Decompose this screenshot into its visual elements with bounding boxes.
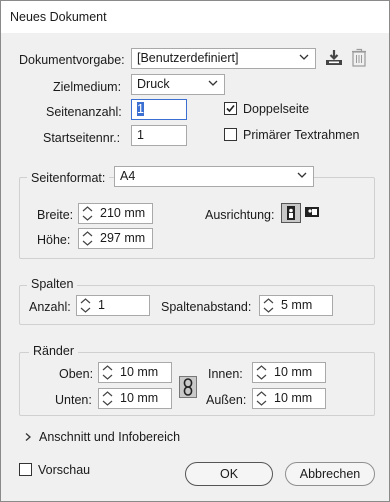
margin-outside-value: 10 mm: [274, 391, 313, 405]
spinner-arrows-icon[interactable]: [260, 296, 277, 315]
bleed-slug-toggle[interactable]: Anschnitt und Infobereich: [23, 429, 203, 447]
margin-bottom-value: 10 mm: [120, 391, 159, 405]
trash-icon[interactable]: [351, 48, 367, 67]
start-page-label: Startseitennr.:: [43, 131, 121, 145]
ok-button[interactable]: OK: [185, 462, 273, 486]
primary-text-frame-label: Primärer Textrahmen: [243, 128, 360, 142]
gutter-spinner[interactable]: 5 mm: [259, 295, 333, 316]
new-document-dialog: Neues Dokument Dokumentvorgabe: [Benutze…: [0, 0, 390, 502]
preview-label: Vorschau: [38, 463, 91, 477]
margin-inside-spinner[interactable]: 10 mm: [252, 362, 326, 383]
save-preset-icon[interactable]: [325, 49, 343, 67]
preview-checkbox[interactable]: [19, 463, 32, 476]
chevron-down-icon: [299, 54, 309, 60]
facing-pages-checkbox[interactable]: [224, 102, 237, 115]
pages-value: 1: [137, 102, 144, 116]
margin-outside-spinner[interactable]: 10 mm: [252, 388, 326, 409]
spinner-arrows-icon[interactable]: [79, 204, 96, 223]
preset-value: [Benutzerdefiniert]: [137, 51, 239, 65]
landscape-orientation-button[interactable]: [303, 203, 323, 223]
height-label: Höhe:: [37, 233, 71, 247]
page-size-label: Seitenformat:: [27, 171, 110, 185]
portrait-icon: [287, 206, 295, 220]
margin-bottom-spinner[interactable]: 10 mm: [98, 388, 172, 409]
gutter-label: Spaltenabstand:: [161, 300, 252, 314]
margin-top-value: 10 mm: [120, 365, 159, 379]
title-bar: Neues Dokument: [1, 1, 389, 33]
spinner-arrows-icon[interactable]: [253, 389, 270, 408]
columns-count-spinner[interactable]: 1: [76, 295, 150, 316]
chevron-down-icon: [208, 80, 218, 86]
margin-inside-value: 10 mm: [274, 365, 313, 379]
link-margins-button[interactable]: [179, 376, 197, 398]
intent-label: Zielmedium:: [53, 80, 122, 94]
spinner-arrows-icon[interactable]: [99, 363, 116, 382]
facing-pages-label: Doppelseite: [243, 102, 310, 116]
spinner-arrows-icon[interactable]: [99, 389, 116, 408]
portrait-orientation-button[interactable]: [281, 203, 301, 223]
chevron-down-icon: [297, 172, 307, 178]
pages-input[interactable]: 1: [131, 99, 187, 120]
width-label: Breite:: [37, 208, 74, 222]
primary-text-frame-checkbox[interactable]: [224, 128, 237, 141]
intent-dropdown[interactable]: Druck: [131, 74, 225, 95]
height-value: 297 mm: [100, 231, 146, 245]
start-page-input[interactable]: 1: [131, 125, 187, 146]
margin-bottom-label: Unten:: [55, 393, 92, 407]
chain-link-icon: [183, 378, 193, 396]
spinner-arrows-icon[interactable]: [77, 296, 94, 315]
bleed-slug-label: Anschnitt und Infobereich: [39, 430, 181, 444]
columns-count-value: 1: [98, 298, 105, 312]
intent-value: Druck: [137, 77, 170, 91]
page-size-dropdown[interactable]: A4: [114, 166, 314, 187]
pages-label: Seitenanzahl:: [46, 105, 122, 119]
window-title: Neues Dokument: [10, 10, 107, 24]
margin-inside-label: Innen:: [208, 367, 243, 381]
margin-top-spinner[interactable]: 10 mm: [98, 362, 172, 383]
spinner-arrows-icon[interactable]: [253, 363, 270, 382]
preset-label: Dokumentvorgabe:: [19, 53, 125, 67]
start-page-value: 1: [137, 128, 144, 142]
checkmark-icon: [226, 104, 235, 113]
columns-title: Spalten: [27, 277, 78, 291]
margin-top-label: Oben:: [59, 367, 94, 381]
width-value: 210 mm: [100, 206, 146, 220]
spinner-arrows-icon[interactable]: [79, 229, 96, 248]
width-spinner[interactable]: 210 mm: [78, 203, 153, 224]
landscape-icon: [305, 207, 319, 217]
gutter-value: 5 mm: [281, 298, 313, 312]
cancel-button[interactable]: Abbrechen: [285, 462, 375, 486]
chevron-right-icon: [25, 433, 31, 441]
margins-title: Ränder: [29, 344, 78, 358]
orientation-label: Ausrichtung:: [205, 208, 275, 222]
preset-dropdown[interactable]: [Benutzerdefiniert]: [131, 48, 316, 69]
margin-outside-label: Außen:: [206, 393, 247, 407]
columns-count-label: Anzahl:: [29, 300, 71, 314]
page-size-value: A4: [120, 169, 136, 183]
height-spinner[interactable]: 297 mm: [78, 228, 153, 249]
